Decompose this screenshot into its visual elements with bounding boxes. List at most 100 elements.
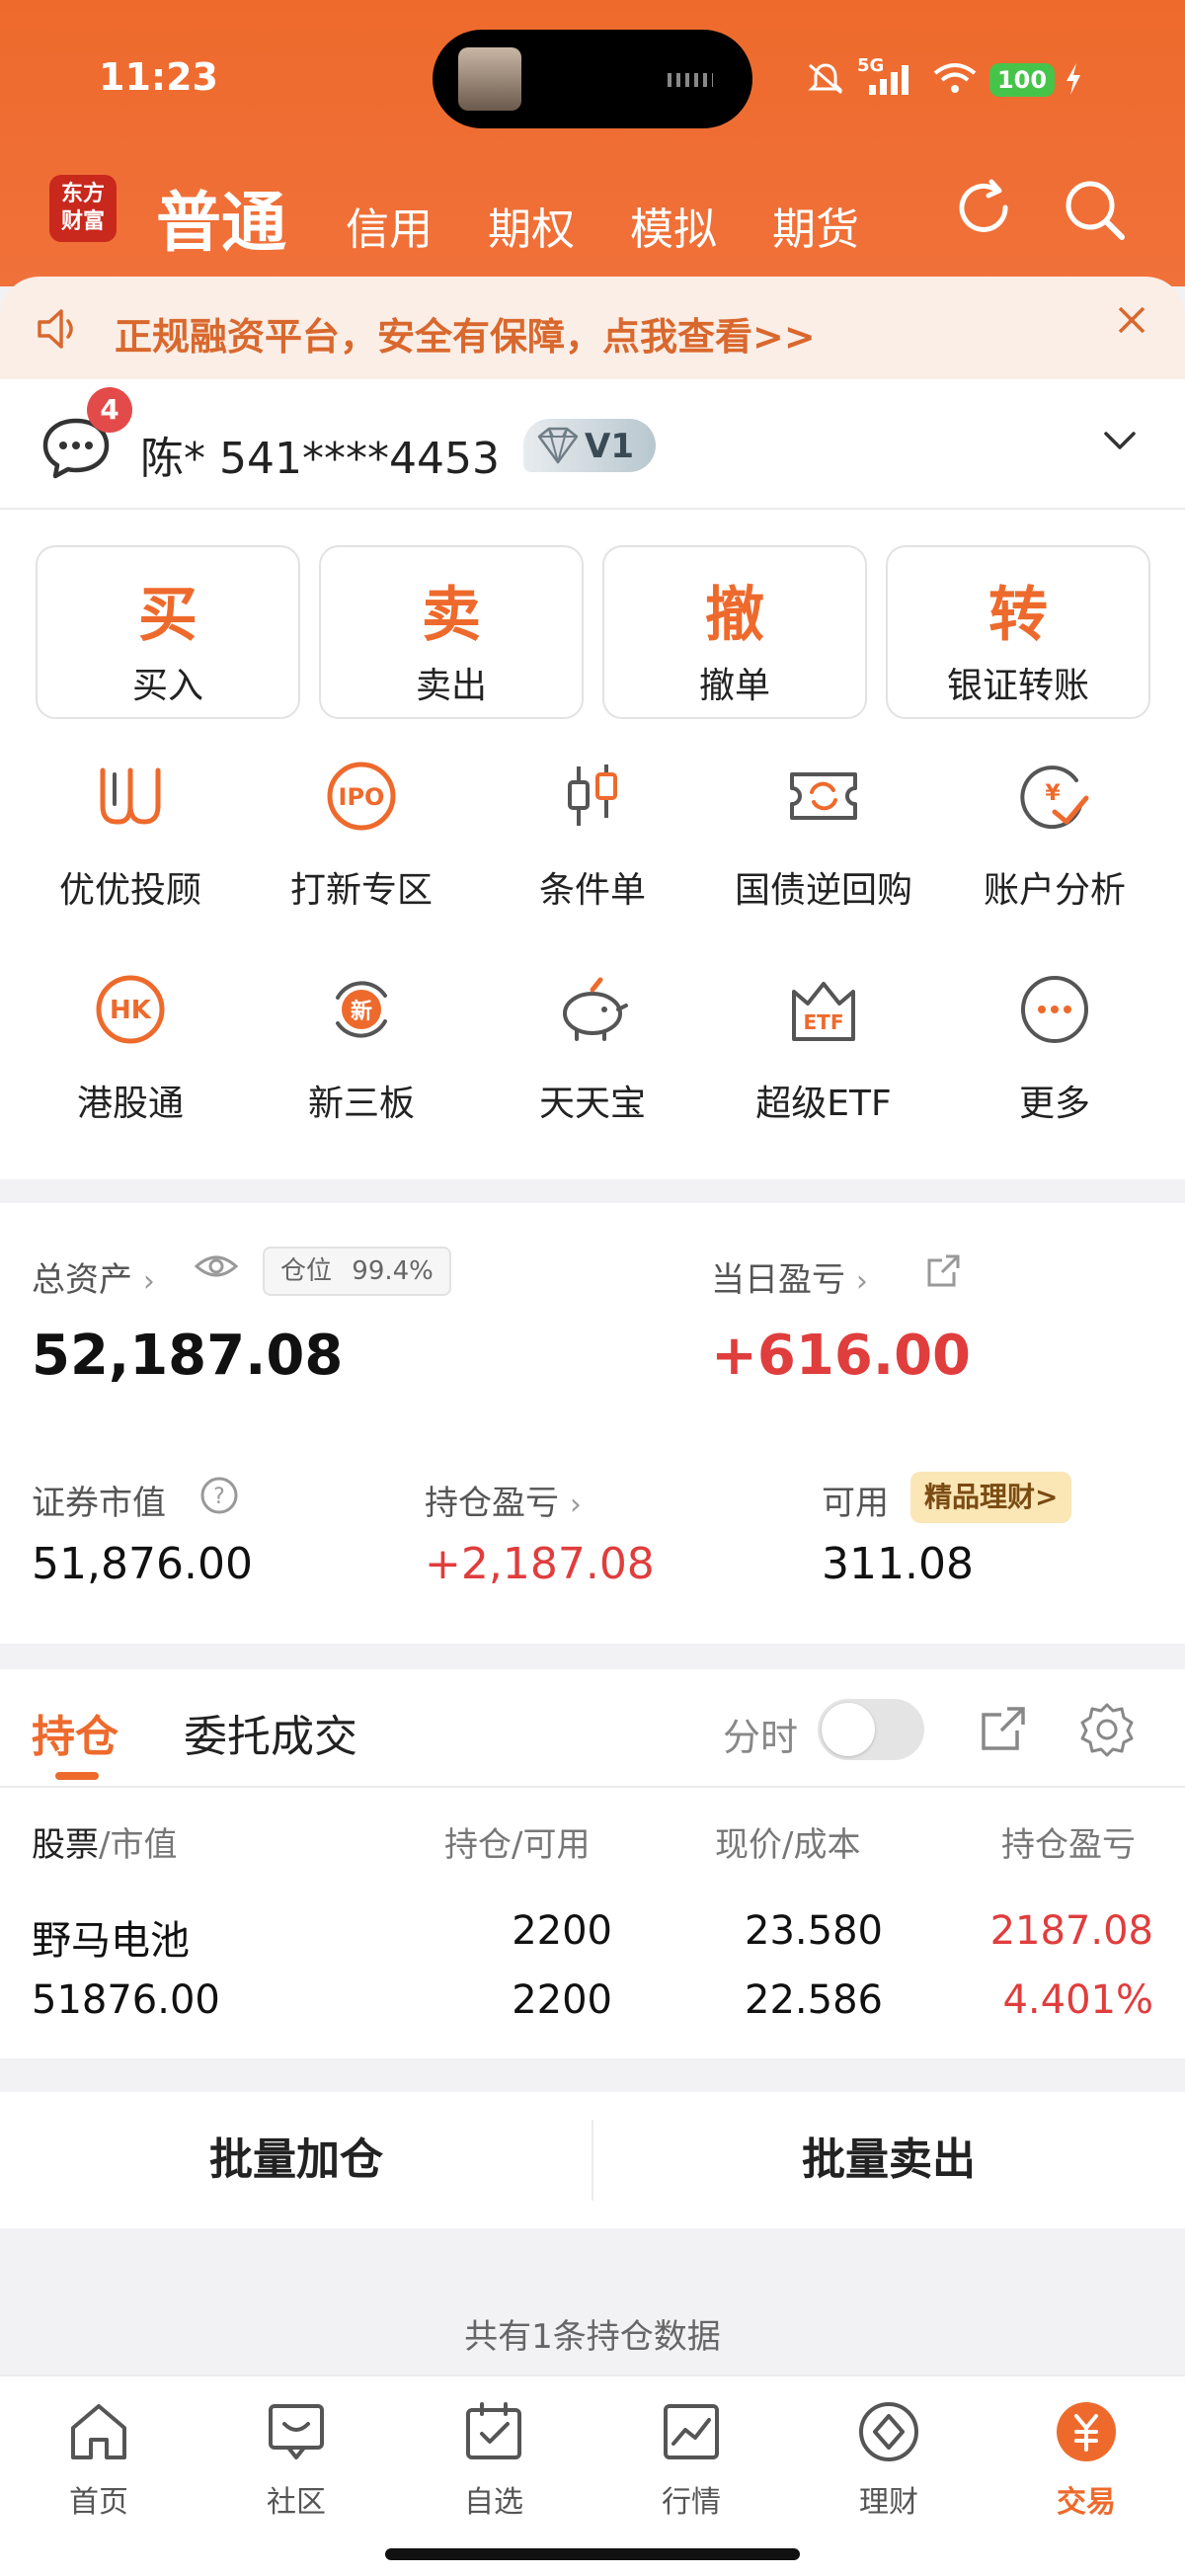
nav-trade[interactable]: 交易 <box>988 2398 1185 2521</box>
signal-icon <box>867 63 910 103</box>
search-icon[interactable] <box>1063 178 1128 247</box>
svg-text:¥: ¥ <box>1045 781 1061 806</box>
total-assets-label[interactable]: 总资产 › <box>32 1252 155 1301</box>
nav-market[interactable]: 行情 <box>592 2398 790 2521</box>
message-count-badge: 4 <box>87 387 132 433</box>
toggle-knob <box>822 1703 875 1756</box>
tool-reverse-repo[interactable]: 国债逆回购 <box>708 757 939 925</box>
home-indicator <box>385 2548 800 2560</box>
trade-yen-icon <box>1057 2402 1116 2461</box>
sell-button[interactable]: 卖 卖出 <box>319 545 584 719</box>
nav-community[interactable]: 社区 <box>198 2398 395 2521</box>
tool-tiantianbao[interactable]: 天天宝 <box>477 970 708 1138</box>
account-id: 陈* 541****4453 <box>140 434 500 484</box>
timeshare-toggle[interactable] <box>818 1699 924 1760</box>
nav-wealth[interactable]: 理财 <box>790 2398 988 2521</box>
positions-panel: 持仓 委托成交 分时 股票/市值 持仓/可用 现价/成本 持仓盈亏 野马电池 5… <box>0 1669 1185 2058</box>
candlestick-icon <box>568 765 617 826</box>
daily-pnl-value: +616.00 <box>711 1324 972 1388</box>
tool-conditional-order[interactable]: 条件单 <box>477 757 708 925</box>
holding-pnl-label[interactable]: 持仓盈亏 › <box>425 1476 582 1524</box>
wifi-icon <box>932 61 978 103</box>
app-header: 11:23 5G 100 东方 财富 普通 信用 期权 模拟 期货 <box>0 0 1185 286</box>
tool-neeq[interactable]: 新 新三板 <box>246 970 477 1138</box>
more-icon <box>1021 976 1088 1043</box>
tool-uu-advisor[interactable]: 优优投顾 <box>15 757 246 925</box>
banner-text[interactable]: 正规融资平台，安全有保障，点我查看>> <box>115 306 816 361</box>
hk-icon: HK <box>96 975 165 1044</box>
tab-normal[interactable]: 普通 <box>156 170 286 265</box>
tab-indicator <box>55 1772 99 1780</box>
assets-panel: 总资产 › 仓位 99.4% 52,187.08 当日盈亏 › +616.00 … <box>0 1203 1185 1644</box>
account-row[interactable]: 4 陈* 541****4453 V1 <box>0 379 1185 510</box>
tool-more[interactable]: 更多 <box>939 970 1170 1138</box>
wealth-diamond-icon <box>859 2402 918 2461</box>
etf-crown-icon: ETF <box>792 982 855 1041</box>
stock-market-value: 51876.00 <box>32 1977 220 2023</box>
ipo-icon: IPO <box>327 762 396 831</box>
watchlist-icon <box>466 2402 521 2459</box>
stock-name: 野马电池 <box>32 1918 190 1964</box>
help-icon[interactable]: ? <box>199 1476 239 1524</box>
diamond-icon <box>533 425 583 470</box>
share-icon[interactable] <box>924 1252 962 1299</box>
position-ratio-pill: 仓位 99.4% <box>263 1247 451 1296</box>
positions-count-text: 共有1条持仓数据 <box>464 2317 721 2357</box>
live-avatar <box>458 47 521 111</box>
chevron-right-icon: › <box>855 1264 868 1299</box>
tab-credit[interactable]: 信用 <box>346 194 433 257</box>
status-icons: 5G 100 <box>806 55 1092 105</box>
svg-text:新: 新 <box>351 999 372 1024</box>
market-value-label: 证券市值 <box>32 1484 166 1523</box>
vip-badge[interactable]: V1 <box>523 419 656 472</box>
bottom-nav: 首页 社区 自选 行情 理财 交易 <box>0 2375 1185 2576</box>
ticket-cycle-icon <box>790 772 857 820</box>
tool-super-etf[interactable]: ETF 超级ETF <box>708 970 939 1138</box>
mute-bell-icon <box>806 61 845 105</box>
svg-text:ETF: ETF <box>804 1010 844 1034</box>
community-icon <box>269 2404 324 2459</box>
tab-options[interactable]: 期权 <box>488 194 575 257</box>
divider <box>0 1786 1185 1788</box>
tab-holdings[interactable]: 持仓 <box>32 1701 118 1764</box>
yen-check-icon: ¥ <box>1020 765 1089 830</box>
eye-icon[interactable] <box>194 1247 239 1295</box>
total-assets-value: 52,187.08 <box>32 1324 344 1388</box>
new-cycle-icon: 新 <box>336 981 387 1038</box>
position-pnl-percent: 4.401% <box>1002 1977 1153 2023</box>
batch-sell-button[interactable]: 批量卖出 <box>592 2092 1185 2228</box>
cancel-order-button[interactable]: 撤 撤单 <box>602 545 867 719</box>
buy-button[interactable]: 买 买入 <box>36 545 300 719</box>
battery-level: 100 <box>989 63 1055 97</box>
tool-hk-connect[interactable]: HK 港股通 <box>15 970 246 1138</box>
timeshare-label: 分时 <box>723 1716 799 1759</box>
home-icon <box>71 2404 126 2459</box>
tool-ipo-zone[interactable]: IPO 打新专区 <box>246 757 477 925</box>
tab-orders-trades[interactable]: 委托成交 <box>184 1701 357 1764</box>
daily-pnl-label[interactable]: 当日盈亏 › <box>711 1252 868 1301</box>
col-holding-available: 持仓/可用 <box>444 1825 591 1865</box>
market-chart-icon <box>664 2404 719 2459</box>
status-time: 11:23 <box>99 55 218 99</box>
app-logo[interactable]: 东方 财富 <box>49 175 117 242</box>
position-pnl: 2187.08 <box>989 1908 1153 1954</box>
chevron-right-icon: › <box>569 1488 582 1522</box>
trade-panel: 买 买入 卖 卖出 撤 撤单 转 银证转账 优优投顾 IPO 打新专区 条件单 … <box>0 510 1185 1179</box>
nav-home[interactable]: 首页 <box>0 2398 198 2521</box>
tab-futures[interactable]: 期货 <box>772 194 859 257</box>
tool-account-analysis[interactable]: ¥ 账户分析 <box>939 757 1170 925</box>
premium-wealth-badge[interactable]: 精品理财> <box>910 1472 1072 1523</box>
promo-banner[interactable]: 正规融资平台，安全有保障，点我查看>> <box>0 277 1185 379</box>
uu-icon <box>100 767 161 825</box>
export-icon[interactable] <box>976 1703 1029 1760</box>
piggy-bank-icon <box>563 977 628 1041</box>
nav-watchlist[interactable]: 自选 <box>395 2398 592 2521</box>
bank-transfer-button[interactable]: 转 银证转账 <box>886 545 1150 719</box>
tab-simulation[interactable]: 模拟 <box>630 194 717 257</box>
market-value: 51,876.00 <box>32 1539 253 1589</box>
refresh-icon[interactable] <box>952 178 1015 245</box>
settings-gear-icon[interactable] <box>1078 1701 1136 1762</box>
batch-add-button[interactable]: 批量加仓 <box>0 2092 592 2228</box>
chevron-down-icon[interactable] <box>1100 421 1140 464</box>
close-icon[interactable] <box>1112 300 1151 351</box>
